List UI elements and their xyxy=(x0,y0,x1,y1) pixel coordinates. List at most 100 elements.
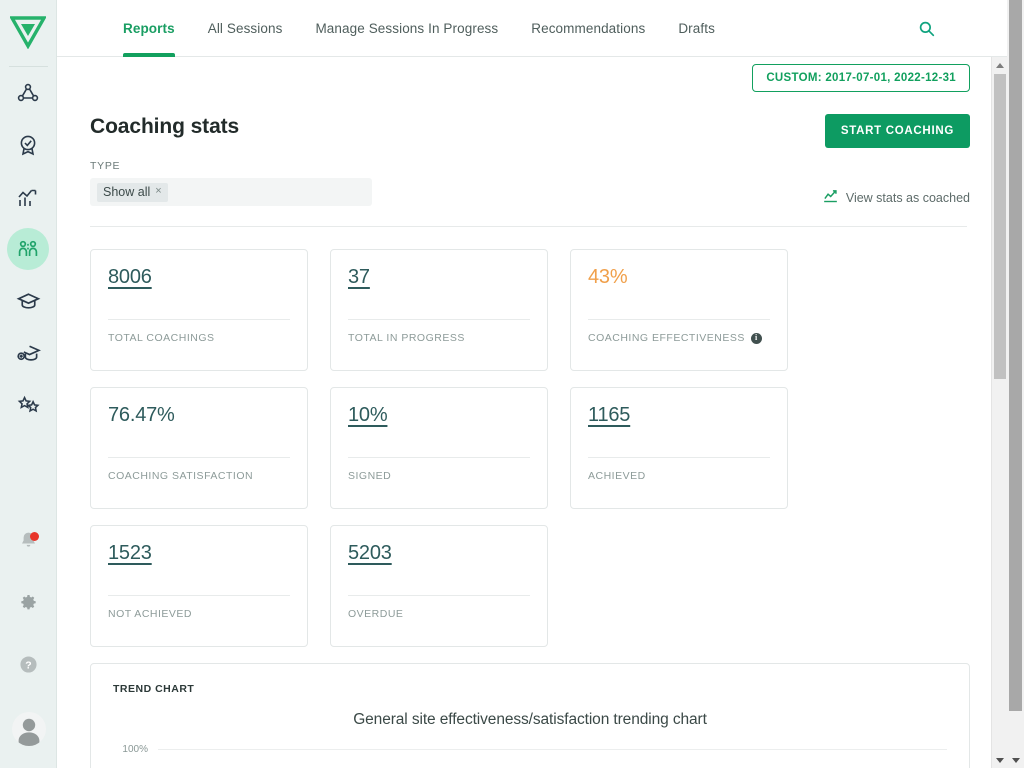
type-filter-chip-label: Show all xyxy=(103,185,150,199)
stat-label-wrap: TOTAL COACHINGS xyxy=(108,332,290,344)
stat-label-wrap: SIGNED xyxy=(348,470,530,482)
chart-gridline xyxy=(158,749,947,750)
search-icon[interactable] xyxy=(916,18,938,40)
stat-label: SIGNED xyxy=(348,470,391,482)
chevron-up-icon xyxy=(996,63,1004,68)
tab-list: Reports All Sessions Manage Sessions In … xyxy=(123,0,748,57)
stat-value: 76.47% xyxy=(108,404,175,426)
view-stats-as-coached-link[interactable]: View stats as coached xyxy=(823,189,970,206)
sidebar-bottom-group: ? xyxy=(0,512,57,760)
sidebar-item-recognition[interactable] xyxy=(7,384,49,426)
card-divider xyxy=(108,319,290,320)
scroll-down-button[interactable] xyxy=(992,752,1008,768)
help-circle-icon: ? xyxy=(18,654,39,680)
stats-row: 76.47% COACHING SATISFACTION 10% SIGNED xyxy=(90,387,970,509)
stat-value[interactable]: 10% xyxy=(348,404,387,426)
card-divider xyxy=(108,595,290,596)
stat-label: TOTAL COACHINGS xyxy=(108,332,215,344)
date-range-filter[interactable]: CUSTOM: 2017-07-01, 2022-12-31 xyxy=(752,64,970,92)
sidebar-item-settings[interactable] xyxy=(8,584,50,626)
window-scrollbar-thumb[interactable] xyxy=(1009,0,1022,711)
card-divider xyxy=(348,595,530,596)
card-divider xyxy=(348,457,530,458)
tab-drafts[interactable]: Drafts xyxy=(678,0,715,57)
stat-card-total-in-progress: 37 TOTAL IN PROGRESS xyxy=(330,249,548,371)
stat-label-wrap: TOTAL IN PROGRESS xyxy=(348,332,530,344)
stat-card-signed: 10% SIGNED xyxy=(330,387,548,509)
stat-value[interactable]: 5203 xyxy=(348,542,392,564)
stat-label: OVERDUE xyxy=(348,608,403,620)
stat-value[interactable]: 8006 xyxy=(108,266,152,288)
stat-card-coaching-satisfaction: 76.47% COACHING SATISFACTION xyxy=(90,387,308,509)
sidebar-item-profile[interactable] xyxy=(8,708,50,750)
chart-axis-row: 100% xyxy=(113,744,947,755)
page-header: Coaching stats START COACHING TYPE Show … xyxy=(57,109,991,227)
stat-card-overdue: 5203 OVERDUE xyxy=(330,525,548,647)
date-range-row: CUSTOM: 2017-07-01, 2022-12-31 xyxy=(57,57,991,109)
stat-label: TOTAL IN PROGRESS xyxy=(348,332,465,344)
sidebar: ? xyxy=(0,0,57,768)
tab-all-sessions[interactable]: All Sessions xyxy=(208,0,283,57)
avatar xyxy=(12,712,46,746)
window-scrollbar[interactable] xyxy=(1007,0,1024,768)
gear-icon xyxy=(19,593,38,617)
notification-badge xyxy=(30,532,39,541)
stat-label-wrap: COACHING EFFECTIVENESS i xyxy=(588,332,770,344)
content-scrollbar[interactable] xyxy=(991,57,1007,768)
stat-card-total-coachings: 8006 TOTAL COACHINGS xyxy=(90,249,308,371)
main-area: Reports All Sessions Manage Sessions In … xyxy=(57,0,1024,768)
stat-label: ACHIEVED xyxy=(588,470,646,482)
svg-text:?: ? xyxy=(25,659,31,671)
stat-value[interactable]: 1165 xyxy=(588,404,630,426)
type-filter-input[interactable]: Show all × xyxy=(90,178,372,206)
stat-label: COACHING EFFECTIVENESS xyxy=(588,332,745,344)
window-scroll-down-button[interactable] xyxy=(1007,752,1024,768)
app-root: ? Reports All Sessions Manag xyxy=(0,0,1024,768)
sidebar-item-quality[interactable] xyxy=(7,124,49,166)
card-divider xyxy=(588,457,770,458)
trend-chart-section-label: TREND CHART xyxy=(113,683,947,695)
chevron-down-icon xyxy=(996,758,1004,763)
stat-value[interactable]: 37 xyxy=(348,266,370,288)
tab-reports[interactable]: Reports xyxy=(123,0,175,57)
sidebar-item-coaching[interactable] xyxy=(7,228,49,270)
sidebar-item-notifications[interactable] xyxy=(8,522,50,564)
sidebar-item-add-learning[interactable] xyxy=(7,332,49,374)
trend-chart-panel: TREND CHART General site effectiveness/s… xyxy=(90,663,970,768)
type-filter-label: TYPE xyxy=(90,160,967,172)
sidebar-item-help[interactable]: ? xyxy=(8,646,50,688)
sidebar-divider-top xyxy=(9,66,48,67)
type-filter-chip[interactable]: Show all × xyxy=(97,183,168,202)
sidebar-item-performance[interactable] xyxy=(7,176,49,218)
stat-value: 43% xyxy=(588,266,627,288)
stat-label-wrap: OVERDUE xyxy=(348,608,530,620)
trend-chart-title: General site effectiveness/satisfaction … xyxy=(113,711,947,729)
chevron-down-icon xyxy=(1012,758,1020,763)
stat-card-achieved: 1165 ACHIEVED xyxy=(570,387,788,509)
tab-recommendations[interactable]: Recommendations xyxy=(531,0,645,57)
sidebar-item-learning[interactable] xyxy=(7,280,49,322)
card-divider xyxy=(588,319,770,320)
tab-manage-sessions-in-progress[interactable]: Manage Sessions In Progress xyxy=(315,0,498,57)
vista-logo-icon[interactable] xyxy=(8,12,48,52)
view-stats-as-coached-label: View stats as coached xyxy=(846,191,970,205)
stat-label-wrap: COACHING SATISFACTION xyxy=(108,470,290,482)
sidebar-item-network[interactable] xyxy=(7,72,49,114)
stat-label: NOT ACHIEVED xyxy=(108,608,192,620)
scrollbar-thumb[interactable] xyxy=(994,74,1006,379)
stat-label: COACHING SATISFACTION xyxy=(108,470,253,482)
card-divider xyxy=(348,319,530,320)
top-navigation-bar: Reports All Sessions Manage Sessions In … xyxy=(57,0,1024,57)
stats-row: 1523 NOT ACHIEVED 5203 OVERDUE xyxy=(90,525,970,647)
stat-value[interactable]: 1523 xyxy=(108,542,152,564)
close-icon[interactable]: × xyxy=(155,186,161,197)
stat-label-wrap: NOT ACHIEVED xyxy=(108,608,290,620)
info-icon[interactable]: i xyxy=(751,333,762,344)
stat-card-not-achieved: 1523 NOT ACHIEVED xyxy=(90,525,308,647)
stat-label-wrap: ACHIEVED xyxy=(588,470,770,482)
scroll-up-button[interactable] xyxy=(992,57,1008,73)
line-chart-icon xyxy=(823,189,838,206)
start-coaching-button[interactable]: START COACHING xyxy=(825,114,970,148)
stat-card-coaching-effectiveness: 43% COACHING EFFECTIVENESS i xyxy=(570,249,788,371)
stats-row: 8006 TOTAL COACHINGS 37 TOTAL IN PROGRES… xyxy=(90,249,970,371)
